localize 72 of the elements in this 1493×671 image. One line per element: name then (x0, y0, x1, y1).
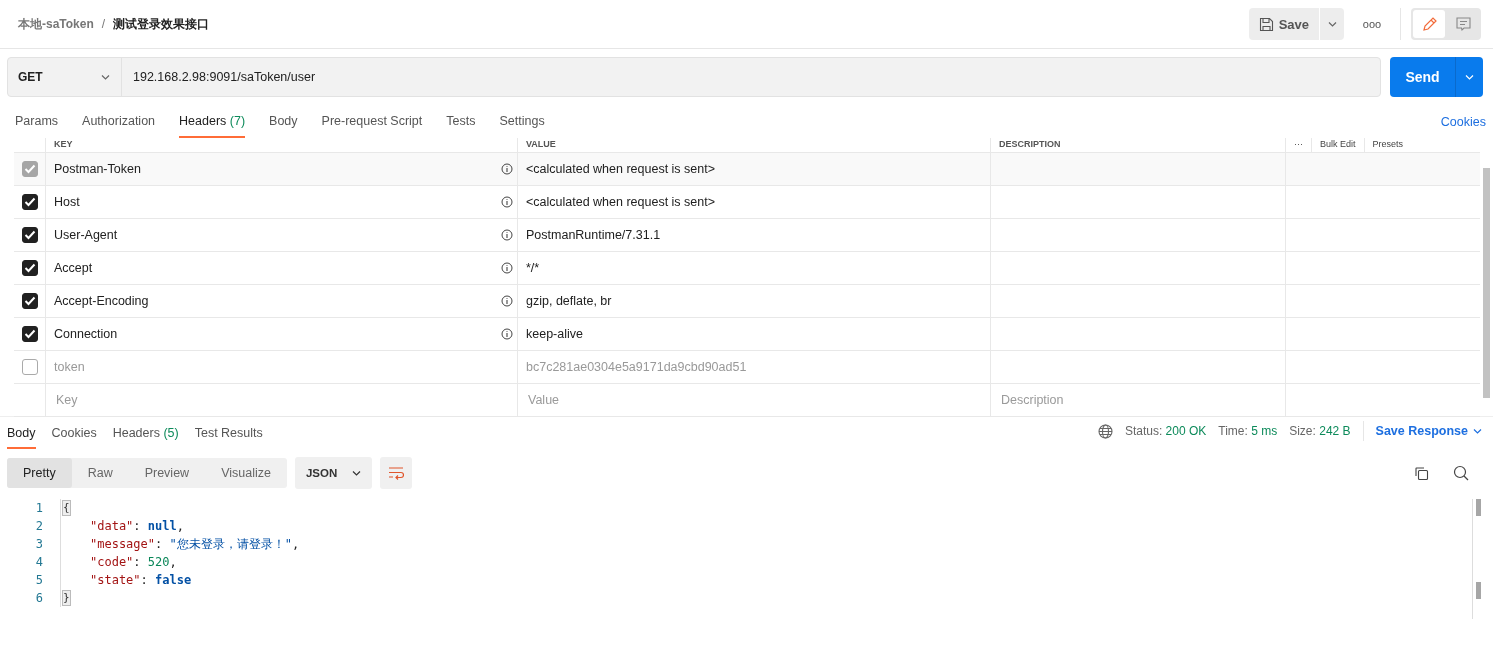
format-dropdown[interactable]: JSON (294, 457, 373, 489)
line-number: 4 (34, 555, 44, 569)
line-number: 5 (34, 573, 44, 587)
code-token: null (147, 519, 177, 533)
table-cell: bc7c281ae0304e5a9171da9cbd90ad51 (526, 360, 747, 374)
request-tab[interactable]: Settings (499, 108, 545, 138)
value-field[interactable]: Value (526, 392, 986, 408)
table-cell: Host (54, 195, 80, 209)
table-cell: Accept-Encoding (54, 294, 149, 308)
response-time: Time: 5 ms (1218, 424, 1278, 438)
more-button[interactable]: ooo (1354, 8, 1390, 40)
table-action[interactable]: Bulk Edit (1311, 138, 1364, 152)
request-tab[interactable]: Authorization (82, 108, 156, 138)
request-tab[interactable]: Tests (446, 108, 476, 138)
code-token: , (169, 555, 177, 569)
table-action[interactable]: Presets (1363, 138, 1412, 152)
code-token: : (133, 555, 142, 569)
table-cell: Postman-Token (54, 162, 141, 176)
table-cell: */* (526, 261, 540, 275)
column-header: VALUE (517, 138, 990, 152)
request-name: 测试登录效果接口 (113, 15, 210, 33)
request-tab[interactable]: Params (15, 108, 59, 138)
code-token: "state" (90, 573, 141, 587)
breadcrumb-separator: / (101, 17, 106, 31)
code-token: false (155, 573, 192, 587)
table-cell: Connection (54, 327, 118, 341)
code-token: "code" (90, 555, 134, 569)
code-token: "您未登录，请登录！" (169, 535, 292, 553)
table-cell: token (54, 360, 85, 374)
code-token: : (133, 519, 142, 533)
table-action[interactable]: ··· (1285, 138, 1311, 152)
table-cell: keep-alive (526, 327, 583, 341)
response-status: Status: 200 OK (1124, 424, 1207, 438)
table-cell: gzip, deflate, br (526, 294, 612, 308)
view-mode-tab[interactable]: Visualize (205, 458, 287, 488)
code-token: : (140, 573, 149, 587)
table-cell: Accept (54, 261, 93, 275)
response-size: Size: 242 B (1289, 424, 1351, 438)
code-token: "message" (90, 537, 156, 551)
table-cell: <calculated when request is sent> (526, 162, 715, 176)
code-token: , (291, 537, 300, 551)
table-cell: User-Agent (54, 228, 118, 242)
table-cell: PostmanRuntime/7.31.1 (526, 228, 661, 242)
line-number: 3 (34, 537, 44, 551)
response-tab[interactable]: Body (7, 420, 36, 449)
code-token: : (155, 537, 164, 551)
request-tab[interactable]: Pre-request Script (321, 108, 423, 138)
view-mode-tab[interactable]: Raw (71, 458, 129, 488)
view-mode-tab[interactable]: Pretty (7, 458, 72, 488)
code-token: , (176, 519, 184, 533)
code-token: "data" (90, 519, 134, 533)
column-header: DESCRIPTION (990, 138, 1285, 152)
line-number: 2 (34, 519, 44, 533)
code-token: 520 (147, 555, 170, 569)
key-field[interactable]: Key (54, 392, 513, 408)
cookies-link[interactable]: Cookies (1440, 115, 1486, 138)
line-number: 6 (34, 591, 44, 605)
table-cell: <calculated when request is sent> (526, 195, 715, 209)
save-response-button[interactable]: Save Response (1375, 424, 1483, 438)
code-bracket: } (62, 590, 71, 606)
collection-name[interactable]: 本地-saToken (18, 15, 94, 33)
code-bracket: { (62, 500, 71, 516)
view-mode-tab[interactable]: Preview (128, 458, 206, 488)
request-tab[interactable]: Headers (7) (179, 108, 246, 138)
column-header: KEY (45, 138, 517, 152)
request-tab[interactable]: Body (269, 108, 298, 138)
line-number: 1 (34, 501, 44, 515)
response-tab[interactable]: Headers (5) (112, 420, 179, 449)
response-tab[interactable]: Test Results (194, 420, 263, 449)
response-tab[interactable]: Cookies (51, 420, 97, 449)
description-field[interactable]: Description (999, 392, 1281, 408)
save-button[interactable]: Save (1248, 8, 1319, 40)
